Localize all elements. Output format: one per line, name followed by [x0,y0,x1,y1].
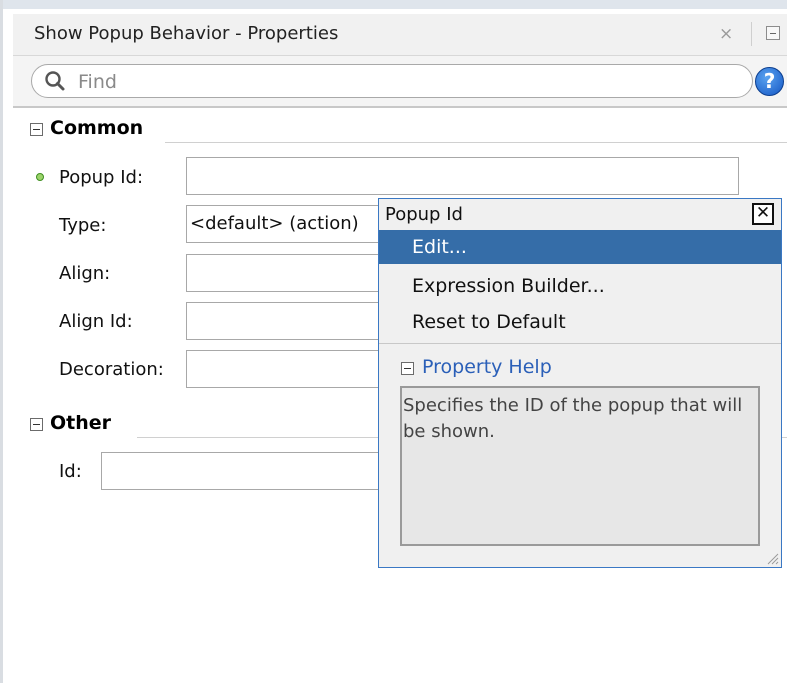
popup-header: Popup Id ✕ [379,199,781,229]
help-icon[interactable]: ? [755,67,784,96]
property-help-text: Specifies the ID of the popup that will … [400,386,760,546]
menu-item-expression-builder[interactable]: Expression Builder... [379,269,781,303]
menu-item-expression-builder-label: Expression Builder... [412,275,605,297]
popup-title: Popup Id [385,204,463,225]
type-label: Type: [59,215,107,236]
type-field[interactable]: <default> (action) [186,205,386,243]
search-divider [13,106,787,108]
search-input[interactable] [76,68,740,96]
decoration-field[interactable] [186,350,386,388]
menu-item-edit-label: Edit... [412,236,467,258]
section-divider-common [165,142,787,143]
title-separator [751,22,752,46]
align-field[interactable] [186,254,386,292]
decoration-label: Decoration: [59,359,164,380]
property-help-header[interactable]: Property Help [422,356,552,378]
section-header-common[interactable]: Common [50,117,143,139]
id-field[interactable] [101,452,386,490]
id-label: Id: [59,461,82,482]
menu-item-edit[interactable]: Edit... [379,230,781,264]
align-label: Align: [59,263,111,284]
properties-panel: Show Popup Behavior - Properties × ? Com… [0,0,787,683]
property-popup-menu: Popup Id ✕ Edit... Expression Builder...… [378,198,782,568]
minimize-icon[interactable] [766,26,780,40]
panel-top-border [3,0,787,9]
close-icon[interactable]: × [719,24,733,44]
collapse-other-icon[interactable] [30,418,43,431]
panel-title: Show Popup Behavior - Properties [34,23,339,44]
popup-id-label: Popup Id: [59,167,144,188]
popup-id-field[interactable] [186,157,739,195]
resize-grip-icon[interactable] [767,553,779,565]
required-indicator-icon [36,173,44,181]
search-bar: ? [13,56,787,106]
search-box[interactable] [31,64,753,98]
collapse-common-icon[interactable] [30,123,43,136]
section-header-other[interactable]: Other [50,412,111,434]
menu-item-reset-to-default[interactable]: Reset to Default [379,305,781,339]
menu-item-reset-label: Reset to Default [412,311,566,333]
panel-title-bar: Show Popup Behavior - Properties × [13,14,787,56]
align-id-label: Align Id: [59,311,133,332]
collapse-help-icon[interactable] [401,362,414,375]
close-icon[interactable]: ✕ [752,203,774,225]
popup-separator [379,343,781,344]
search-icon [45,71,65,91]
align-id-field[interactable] [186,302,386,340]
